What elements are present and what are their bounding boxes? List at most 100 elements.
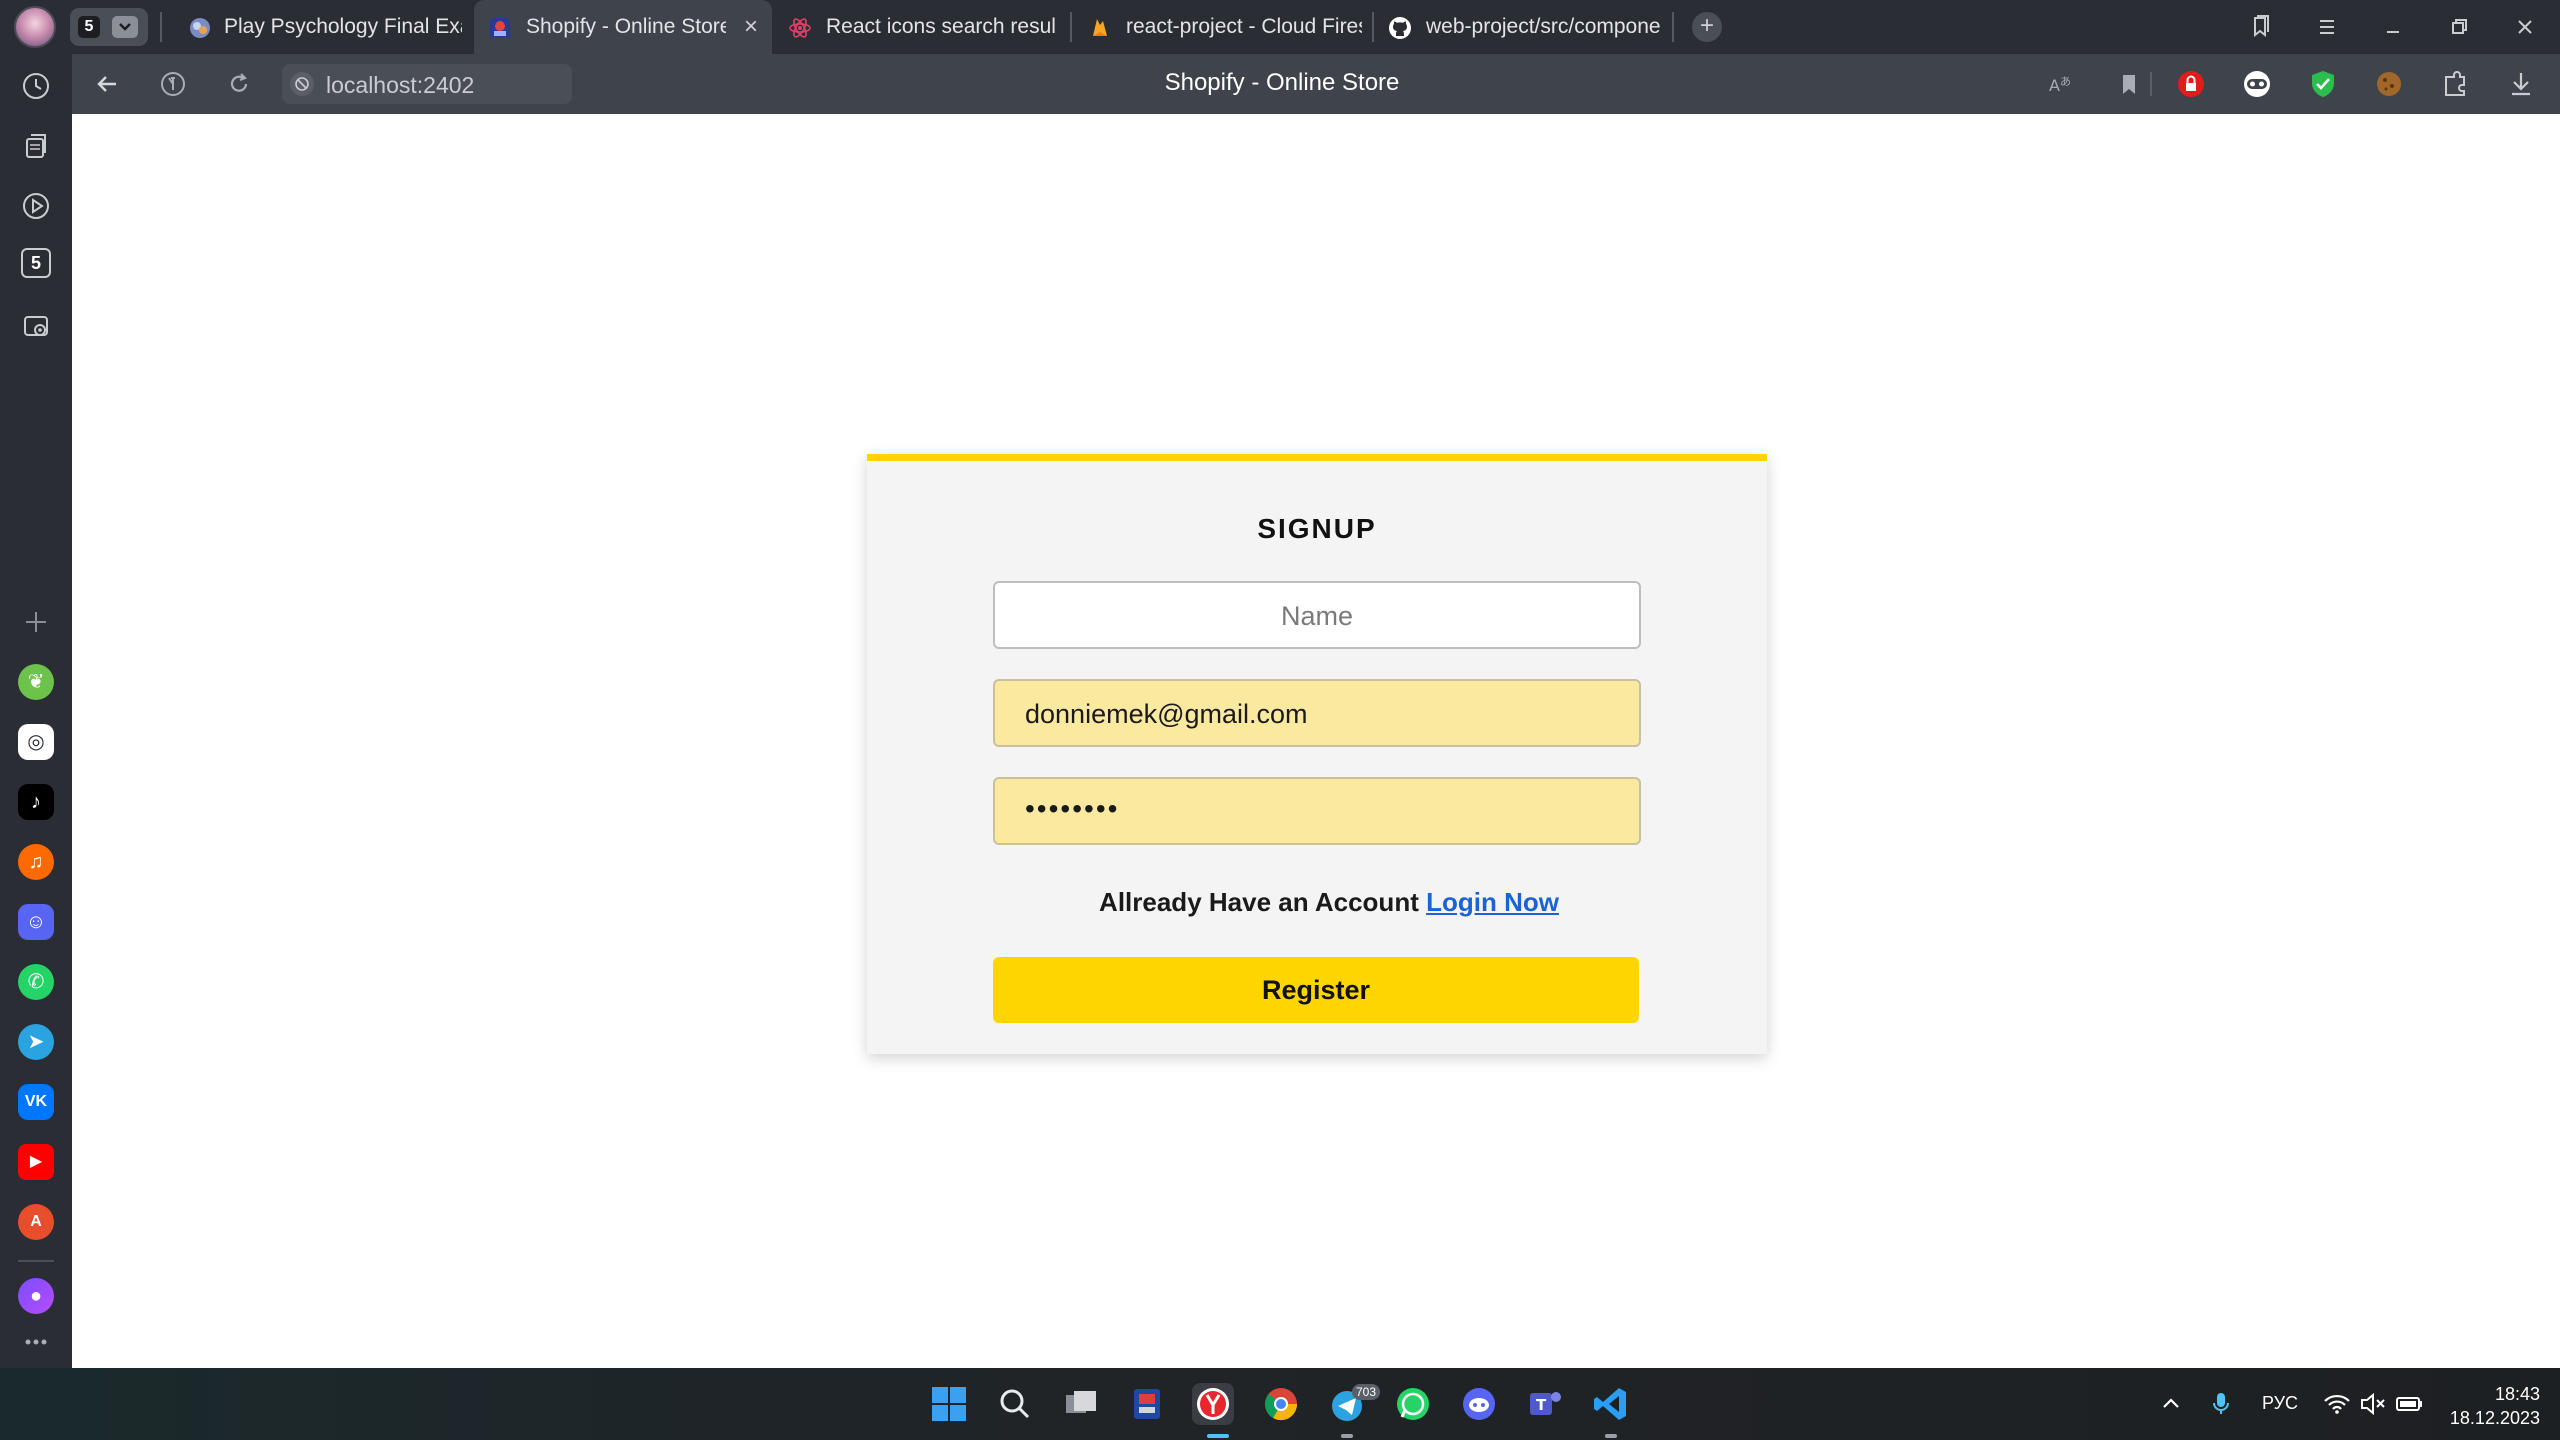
account-prompt-text: Allready Have an Account [1099, 887, 1419, 917]
music-app-icon[interactable]: ♫ [18, 844, 54, 880]
microphone-icon[interactable] [2206, 1383, 2236, 1425]
chevron-down-icon [112, 16, 138, 38]
screenshot-icon[interactable] [18, 308, 54, 344]
restore-icon[interactable] [2444, 12, 2474, 42]
vpn-mask-icon[interactable] [2240, 67, 2274, 101]
teams-icon[interactable]: T [1524, 1383, 1566, 1425]
discord-taskbar-icon[interactable] [1458, 1383, 1500, 1425]
tab-psychology-exam[interactable]: Play Psychology Final Exam [176, 0, 472, 54]
tab-react-icons[interactable]: React icons search results [776, 0, 1068, 54]
bookmarks-panel-icon[interactable] [2246, 12, 2276, 42]
wifi-icon[interactable] [2320, 1383, 2354, 1425]
tab-divider [160, 12, 162, 42]
app-icon[interactable] [1126, 1383, 1168, 1425]
windows-taskbar: 703 T РУС 18:43 18.12.2023 [0, 1368, 2560, 1440]
password-value: •••••••• [1025, 793, 1120, 824]
system-clock[interactable]: 18:43 18.12.2023 [2440, 1382, 2540, 1430]
lock-extension-icon[interactable] [2174, 67, 2208, 101]
bookmark-icon[interactable] [2112, 67, 2146, 101]
shield-icon[interactable] [2306, 67, 2340, 101]
page-title: Shopify - Online Store [1164, 69, 1400, 96]
more-icon[interactable] [18, 1324, 54, 1360]
instagram-icon[interactable]: ◎ [18, 724, 54, 760]
leaf-app-icon[interactable]: ❦ [18, 664, 54, 700]
task-view-icon[interactable] [1060, 1383, 1102, 1425]
name-placeholder: Name [1280, 601, 1354, 631]
tab-github[interactable]: web-project/src/componen [1376, 0, 1670, 54]
telegram-unread-badge: 703 [1352, 1384, 1381, 1400]
firebase-icon [1093, 19, 1107, 36]
react-logo-icon [789, 18, 811, 38]
language-indicator[interactable]: РУС [2262, 1393, 2298, 1414]
menu-icon[interactable] [2312, 12, 2342, 42]
reload-icon[interactable] [224, 69, 254, 99]
whatsapp-taskbar-icon[interactable] [1392, 1383, 1434, 1425]
register-button[interactable]: Register [993, 957, 1639, 1023]
tab-title: react-project - Cloud Firest [1126, 15, 1362, 38]
yandex-browser-taskbar[interactable] [1192, 1383, 1234, 1425]
cookie-extension-icon[interactable] [2372, 67, 2406, 101]
svg-text:T: T [1536, 1396, 1547, 1414]
tab-title: Shopify - Online Store [526, 15, 726, 38]
minimize-icon[interactable] [2378, 12, 2408, 42]
close-window-icon[interactable] [2510, 12, 2540, 42]
search-icon[interactable] [994, 1383, 1036, 1425]
page-viewport: SIGNUP Name donniemek@gmail.com ••••••••… [72, 114, 2560, 1368]
chrome-icon[interactable] [1260, 1383, 1302, 1425]
yandex-home-icon[interactable] [158, 69, 188, 99]
youtube-icon[interactable]: ▶ [18, 1144, 54, 1180]
name-input[interactable]: Name [993, 581, 1641, 649]
running-app-indicator [1605, 1434, 1617, 1438]
tab-divider [1372, 12, 1374, 42]
discord-icon[interactable]: ☺ [18, 904, 54, 940]
sidebar-divider [18, 1260, 54, 1262]
email-input[interactable]: donniemek@gmail.com [993, 679, 1641, 747]
play-icon[interactable] [18, 188, 54, 224]
volume-muted-icon[interactable] [2356, 1383, 2390, 1425]
yandex-browser-icon [1197, 1388, 1229, 1420]
mind-icon [190, 18, 210, 38]
github-icon [1389, 17, 1411, 39]
collections-icon[interactable] [18, 128, 54, 164]
battery-icon[interactable] [2392, 1383, 2426, 1425]
profile-avatar[interactable] [14, 6, 56, 48]
toolbar-divider [2150, 72, 2152, 96]
tab-shopify-store[interactable]: Shopify - Online Store × [474, 0, 772, 54]
clock-time: 18:43 [2494, 1384, 2540, 1404]
whatsapp-icon[interactable]: ✆ [18, 964, 54, 1000]
add-panel-icon[interactable] [18, 604, 54, 640]
windows-start-icon[interactable] [928, 1383, 970, 1425]
password-input[interactable]: •••••••• [993, 777, 1641, 845]
react-app-icon [490, 18, 510, 38]
tab-count-badge[interactable]: 5 [21, 248, 51, 278]
chevron-up-icon[interactable] [2156, 1383, 2186, 1425]
tab-firestore[interactable]: react-project - Cloud Firest [1080, 0, 1370, 54]
download-icon[interactable] [2504, 67, 2538, 101]
alice-assistant-icon[interactable]: ● [18, 1278, 54, 1314]
url-field[interactable]: localhost:2402 [282, 64, 572, 104]
vk-icon[interactable]: VK [18, 1084, 54, 1120]
vscode-icon[interactable] [1590, 1383, 1632, 1425]
tab-title: Play Psychology Final Exam [224, 15, 462, 38]
tab-divider [1672, 12, 1674, 42]
close-tab-icon[interactable]: × [744, 13, 758, 41]
active-app-indicator [1207, 1434, 1229, 1438]
signup-card: SIGNUP Name donniemek@gmail.com ••••••••… [867, 454, 1767, 1054]
signup-heading: SIGNUP [1257, 513, 1377, 544]
back-arrow-icon[interactable] [92, 69, 122, 99]
site-info-icon[interactable] [290, 72, 314, 96]
browser-tab-bar: 5 Play Psychology Final Exam Shopify - O… [0, 0, 2560, 54]
email-value: donniemek@gmail.com [1025, 699, 1308, 729]
translate-app-icon[interactable]: A [18, 1204, 54, 1240]
tab-group-count: 5 [78, 16, 100, 38]
login-now-link[interactable]: Login Now [1426, 887, 1559, 917]
new-tab-button[interactable]: + [1692, 12, 1722, 42]
telegram-icon[interactable]: ➤ [18, 1024, 54, 1060]
tiktok-icon[interactable]: ♪ [18, 784, 54, 820]
address-bar: localhost:2402 Shopify - Online Store Aあ [72, 54, 2560, 114]
history-icon[interactable] [18, 68, 54, 104]
tab-group-button[interactable]: 5 [70, 8, 148, 46]
extensions-icon[interactable] [2438, 67, 2472, 101]
tab-divider [1070, 12, 1072, 42]
translate-icon[interactable]: Aあ [2044, 67, 2078, 101]
